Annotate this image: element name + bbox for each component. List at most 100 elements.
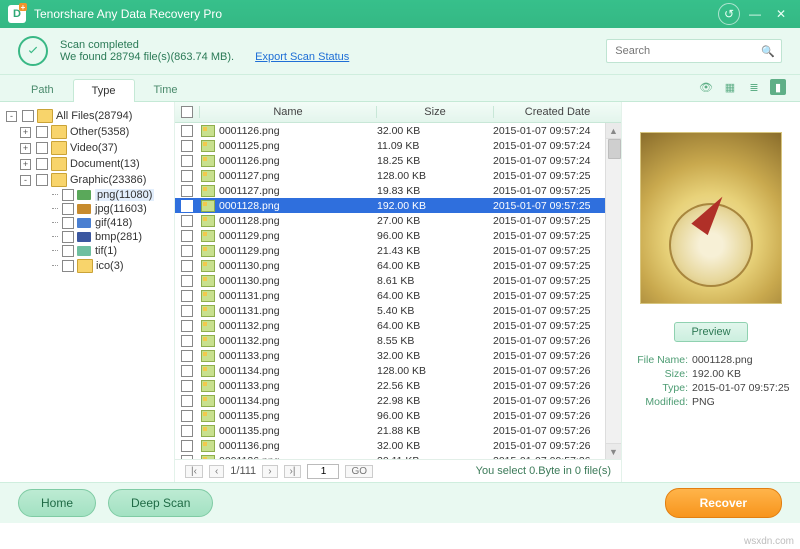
row-checkbox[interactable] [181, 260, 193, 272]
row-checkbox[interactable] [181, 185, 193, 197]
table-row[interactable]: 0001135.png21.88 KB2015-01-07 09:57:26 [175, 423, 621, 438]
page-last-button[interactable]: ›| [284, 465, 302, 478]
view-eye-icon[interactable]: 👁 [698, 79, 714, 95]
tab-type[interactable]: Type [73, 79, 135, 102]
table-row[interactable]: 0001126.png18.25 KB2015-01-07 09:57:24 [175, 153, 621, 168]
select-all-checkbox[interactable] [181, 106, 193, 118]
tree-checkbox[interactable] [36, 142, 48, 154]
history-icon[interactable]: ↺ [718, 3, 740, 25]
col-size[interactable]: Size [376, 106, 493, 118]
row-checkbox[interactable] [181, 155, 193, 167]
tree-item[interactable]: jpg(11603) [95, 203, 147, 215]
col-date[interactable]: Created Date [493, 106, 621, 118]
search-box[interactable]: 🔍 [606, 39, 782, 63]
page-input[interactable] [307, 464, 339, 479]
tree-checkbox[interactable] [36, 174, 48, 186]
table-row[interactable]: 0001126.png32.00 KB2015-01-07 09:57:24 [175, 123, 621, 138]
tree-expand-toggle[interactable]: - [6, 111, 17, 122]
tree-item[interactable]: tif(1) [95, 245, 117, 257]
tree-item[interactable]: Document(13) [70, 158, 140, 170]
table-row[interactable]: 0001128.png192.00 KB2015-01-07 09:57:25 [175, 198, 621, 213]
tree-expand-toggle[interactable]: + [20, 159, 31, 170]
table-row[interactable]: 0001129.png96.00 KB2015-01-07 09:57:25 [175, 228, 621, 243]
row-checkbox[interactable] [181, 245, 193, 257]
table-row[interactable]: 0001136.png32.00 KB2015-01-07 09:57:26 [175, 438, 621, 453]
tree-checkbox[interactable] [62, 203, 74, 215]
row-checkbox[interactable] [181, 425, 193, 437]
col-name[interactable]: Name [199, 106, 376, 118]
minimize-button[interactable]: — [744, 5, 766, 23]
tree-item[interactable]: gif(418) [95, 217, 132, 229]
tree-expand-toggle[interactable]: + [20, 127, 31, 138]
scroll-thumb[interactable] [608, 139, 621, 159]
tree-item[interactable]: Video(37) [70, 142, 118, 154]
file-list-scrollbar[interactable]: ▲ ▼ [605, 123, 621, 459]
row-checkbox[interactable] [181, 455, 193, 460]
tree-checkbox[interactable] [36, 158, 48, 170]
table-row[interactable]: 0001136.png20.11 KB2015-01-07 09:57:26 [175, 453, 621, 459]
tree-item[interactable]: All Files(28794) [56, 110, 132, 122]
export-scan-link[interactable]: Export Scan Status [255, 51, 349, 63]
tree-item[interactable]: Graphic(23386) [70, 174, 146, 186]
view-grid-icon[interactable]: ▦ [722, 79, 738, 95]
scroll-up-icon[interactable]: ▲ [606, 123, 621, 139]
row-checkbox[interactable] [181, 275, 193, 287]
tree-checkbox[interactable] [62, 260, 74, 272]
row-checkbox[interactable] [181, 215, 193, 227]
scroll-down-icon[interactable]: ▼ [606, 443, 621, 459]
deep-scan-button[interactable]: Deep Scan [108, 489, 213, 517]
tree-checkbox[interactable] [62, 231, 74, 243]
row-checkbox[interactable] [181, 350, 193, 362]
tree-checkbox[interactable] [36, 126, 48, 138]
tab-time[interactable]: Time [135, 78, 197, 101]
table-row[interactable]: 0001131.png5.40 KB2015-01-07 09:57:25 [175, 303, 621, 318]
tree-expand-toggle[interactable]: - [20, 175, 31, 186]
view-detail-icon[interactable]: ▮ [770, 79, 786, 95]
row-checkbox[interactable] [181, 365, 193, 377]
table-row[interactable]: 0001127.png128.00 KB2015-01-07 09:57:25 [175, 168, 621, 183]
page-first-button[interactable]: |‹ [185, 465, 203, 478]
table-row[interactable]: 0001133.png22.56 KB2015-01-07 09:57:26 [175, 378, 621, 393]
row-checkbox[interactable] [181, 125, 193, 137]
row-checkbox[interactable] [181, 380, 193, 392]
view-list-icon[interactable]: ≣ [746, 79, 762, 95]
row-checkbox[interactable] [181, 440, 193, 452]
table-row[interactable]: 0001129.png21.43 KB2015-01-07 09:57:25 [175, 243, 621, 258]
row-checkbox[interactable] [181, 305, 193, 317]
page-prev-button[interactable]: ‹ [209, 465, 224, 478]
row-checkbox[interactable] [181, 170, 193, 182]
tree-checkbox[interactable] [62, 217, 74, 229]
row-checkbox[interactable] [181, 410, 193, 422]
table-row[interactable]: 0001135.png96.00 KB2015-01-07 09:57:26 [175, 408, 621, 423]
table-row[interactable]: 0001127.png19.83 KB2015-01-07 09:57:25 [175, 183, 621, 198]
row-checkbox[interactable] [181, 320, 193, 332]
table-row[interactable]: 0001134.png22.98 KB2015-01-07 09:57:26 [175, 393, 621, 408]
tree-item[interactable]: Other(5358) [70, 126, 129, 138]
page-next-button[interactable]: › [262, 465, 277, 478]
tree-checkbox[interactable] [22, 110, 34, 122]
search-icon[interactable]: 🔍 [761, 45, 775, 58]
tree-checkbox[interactable] [62, 245, 74, 257]
table-row[interactable]: 0001133.png32.00 KB2015-01-07 09:57:26 [175, 348, 621, 363]
preview-button[interactable]: Preview [674, 322, 747, 342]
table-row[interactable]: 0001130.png64.00 KB2015-01-07 09:57:25 [175, 258, 621, 273]
row-checkbox[interactable] [181, 395, 193, 407]
table-row[interactable]: 0001132.png8.55 KB2015-01-07 09:57:26 [175, 333, 621, 348]
recover-button[interactable]: Recover [665, 488, 782, 518]
table-row[interactable]: 0001128.png27.00 KB2015-01-07 09:57:25 [175, 213, 621, 228]
tree-item[interactable]: ico(3) [96, 260, 124, 272]
row-checkbox[interactable] [181, 140, 193, 152]
row-checkbox[interactable] [181, 290, 193, 302]
tree-item[interactable]: bmp(281) [95, 231, 142, 243]
tree-item[interactable]: png(11080) [95, 189, 154, 201]
tab-path[interactable]: Path [12, 78, 73, 101]
row-checkbox[interactable] [181, 200, 193, 212]
tree-checkbox[interactable] [62, 189, 74, 201]
table-row[interactable]: 0001130.png8.61 KB2015-01-07 09:57:25 [175, 273, 621, 288]
table-row[interactable]: 0001134.png128.00 KB2015-01-07 09:57:26 [175, 363, 621, 378]
close-button[interactable]: ✕ [770, 5, 792, 23]
home-button[interactable]: Home [18, 489, 96, 517]
page-go-button[interactable]: GO [345, 465, 373, 478]
table-row[interactable]: 0001125.png11.09 KB2015-01-07 09:57:24 [175, 138, 621, 153]
row-checkbox[interactable] [181, 230, 193, 242]
